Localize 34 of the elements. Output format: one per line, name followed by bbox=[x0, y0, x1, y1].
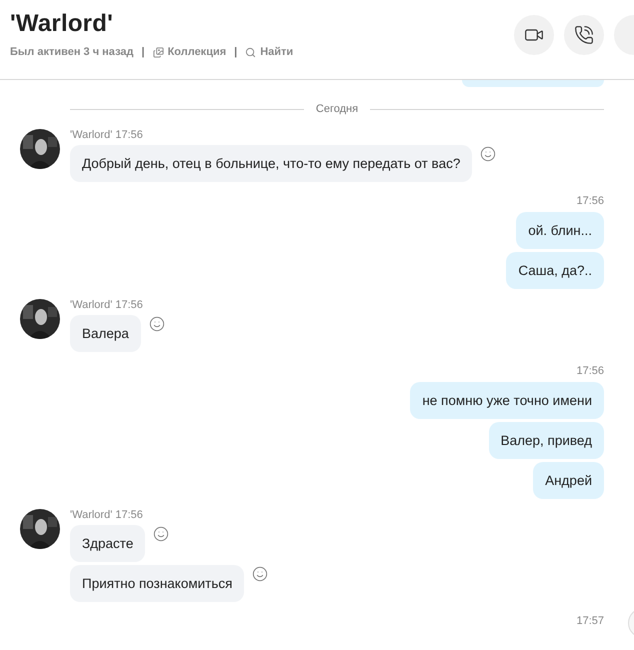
message-time: 17:56 bbox=[576, 195, 604, 207]
message-bubble: Валера bbox=[70, 315, 141, 352]
call-button[interactable] bbox=[564, 15, 604, 55]
last-seen-status: Был активен 3 ч назад bbox=[10, 46, 134, 58]
avatar bbox=[20, 129, 60, 169]
gallery-link[interactable]: Коллекция bbox=[152, 46, 226, 58]
search-icon bbox=[245, 46, 256, 58]
search-link[interactable]: Найти bbox=[245, 46, 294, 58]
contact-name: 'Warlord' bbox=[10, 10, 114, 38]
sender-time: 'Warlord' 17:56 bbox=[70, 129, 144, 141]
separator: | bbox=[234, 46, 238, 58]
message-time: 17:57 bbox=[576, 615, 604, 627]
message-bubble: не помню уже точно имени bbox=[410, 382, 604, 419]
smiley-icon[interactable] bbox=[480, 146, 496, 162]
smiley-icon[interactable] bbox=[252, 566, 268, 582]
message-bubble: Андрей bbox=[533, 462, 604, 499]
message-bubble: Добрый день, отец в больнице, что-то ему передать от вас? bbox=[70, 145, 472, 182]
phone-icon bbox=[574, 25, 594, 45]
sender-time: 'Warlord' 17:56 bbox=[70, 299, 144, 311]
message-time: 17:56 bbox=[576, 365, 604, 377]
message-bubble: Саша, да?.. bbox=[506, 252, 604, 289]
gallery-icon bbox=[152, 46, 164, 58]
message-bubble: Здрасте bbox=[70, 525, 146, 562]
separator: | bbox=[142, 46, 145, 58]
smiley-icon[interactable] bbox=[148, 316, 165, 332]
video-call-button[interactable] bbox=[514, 15, 554, 55]
message-bubble: ой. блин... bbox=[516, 212, 604, 249]
avatar bbox=[20, 299, 60, 339]
smiley-icon[interactable] bbox=[153, 526, 170, 542]
message-bubble: Приятно познакомиться bbox=[70, 565, 244, 602]
avatar bbox=[20, 509, 60, 549]
sender-time: 'Warlord' 17:56 bbox=[70, 509, 144, 521]
date-divider: Сегодня bbox=[316, 103, 358, 115]
message-bubble: Валер, привед bbox=[488, 422, 604, 459]
